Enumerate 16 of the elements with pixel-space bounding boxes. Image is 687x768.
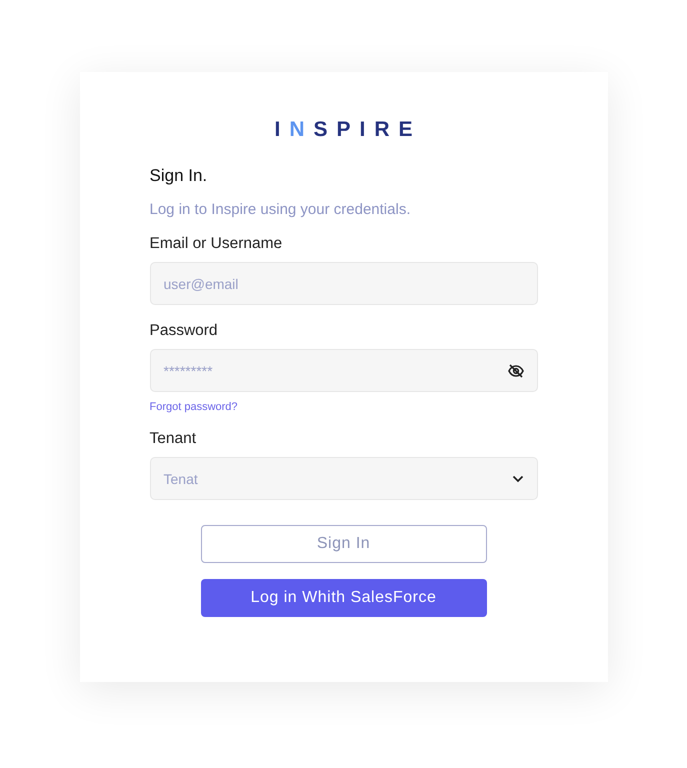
- salesforce-login-button[interactable]: Log in Whith SalesForce: [200, 579, 486, 617]
- chevron-down-icon: [512, 474, 524, 482]
- sign-in-button[interactable]: Sign In: [200, 525, 486, 563]
- field-label: Email or Username: [150, 235, 284, 253]
- email-field[interactable]: user@email: [150, 262, 538, 305]
- logo-text: SPIRE: [313, 118, 422, 143]
- password-field[interactable]: *********: [150, 349, 538, 392]
- logo-text: N: [289, 118, 314, 143]
- heading: Sign In.: [150, 166, 208, 186]
- forgot-password-link[interactable]: Forgot password?: [150, 401, 238, 413]
- field-label: Password: [150, 322, 219, 340]
- tenant-select[interactable]: Tenat: [150, 457, 538, 500]
- subtitle: Log in to Inspire using your credentials.: [150, 201, 412, 218]
- field-label: Tenant: [150, 430, 198, 448]
- logo-text: I: [274, 118, 290, 143]
- eye-slash-icon[interactable]: [508, 364, 524, 378]
